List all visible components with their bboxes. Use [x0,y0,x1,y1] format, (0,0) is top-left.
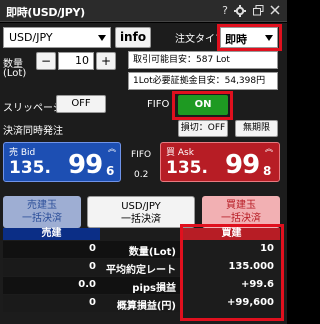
slippage-toggle[interactable]: OFF [56,95,106,113]
ask-price-digits: 99 [225,150,260,180]
fifo-spread-label: FIFO [131,150,152,160]
chevron-down-icon [98,34,106,41]
profit-row-label: 概算損益(円) [116,301,176,312]
ask-up-arrows-icon: ︽ [265,144,273,153]
sell-bulk-settle-button[interactable]: 売建玉 一括決済 [3,196,81,228]
pair-bulk-line2: 一括決済 [121,214,161,225]
restore-icon[interactable] [251,3,265,18]
quantity-row-label: 数量(Lot) [128,247,176,258]
close-icon[interactable] [268,3,282,18]
order-type-highlight [217,24,282,51]
quantity-plus-button[interactable]: + [96,52,116,70]
pips-row-label: pips損益 [132,283,176,294]
sell-profit-value: 0 [89,297,96,308]
tradable-amount-field: 取引可能目安：587 Lot [128,51,278,69]
sell-average-rate-value: 0 [89,261,96,272]
stop-loss-button[interactable]: 損切：OFF [178,120,228,137]
bid-price-last-digit: 6 [106,164,115,178]
title-bar: 即時(USD/JPY) ? [0,0,287,22]
symbol-select[interactable]: USD/JPY [3,27,111,48]
settings-icon[interactable] [233,3,247,18]
ask-price-prefix: 135. [166,158,208,178]
ask-label: 買 Ask [166,148,194,158]
buy-bulk-line1: 買建玉 [226,200,256,211]
quantity-unit-label: (Lot) [3,68,27,79]
fifo-highlight [172,91,233,120]
sell-pips-value: 0.0 [78,279,96,290]
settle-order-label: 決済同時発注 [3,126,63,137]
spread-value: 0.2 [134,170,149,180]
help-icon[interactable]: ? [218,3,232,18]
buy-position-highlight [180,224,284,321]
average-rate-row-label: 平均約定レート [106,265,176,276]
info-button[interactable]: info [115,27,151,48]
ask-price-last-digit: 8 [263,164,272,178]
pair-bulk-line1: USD/JPY [121,201,161,212]
ask-price-button[interactable]: 買 Ask 135. 99 8 ︽ [160,142,280,182]
symbol-value: USD/JPY [9,31,53,44]
sell-position-header: 売建 [3,228,100,240]
window-title: 即時(USD/JPY) [6,6,85,19]
bid-label: 売 Bid [9,148,36,158]
margin-per-lot-field: 1Lot必要証拠金目安：54,398円 [128,72,278,90]
bid-price-digits: 99 [68,150,103,180]
bid-price-button[interactable]: 売 Bid 135. 99 6 ︽ [3,142,121,182]
pair-bulk-settle-button[interactable]: USD/JPY 一括決済 [87,196,195,228]
sell-quantity-value: 0 [89,243,96,254]
quantity-input[interactable]: 10 [58,52,94,70]
expiry-button[interactable]: 無期限 [235,120,278,137]
fifo-label: FIFO [147,99,170,110]
slippage-label: スリッページ [3,103,63,114]
sell-bulk-line1: 売建玉 [27,200,57,211]
bid-up-arrows-icon: ︽ [108,144,116,153]
quantity-minus-button[interactable]: − [36,52,56,70]
bid-price-prefix: 135. [9,158,51,178]
sell-bulk-line2: 一括決済 [22,213,62,224]
